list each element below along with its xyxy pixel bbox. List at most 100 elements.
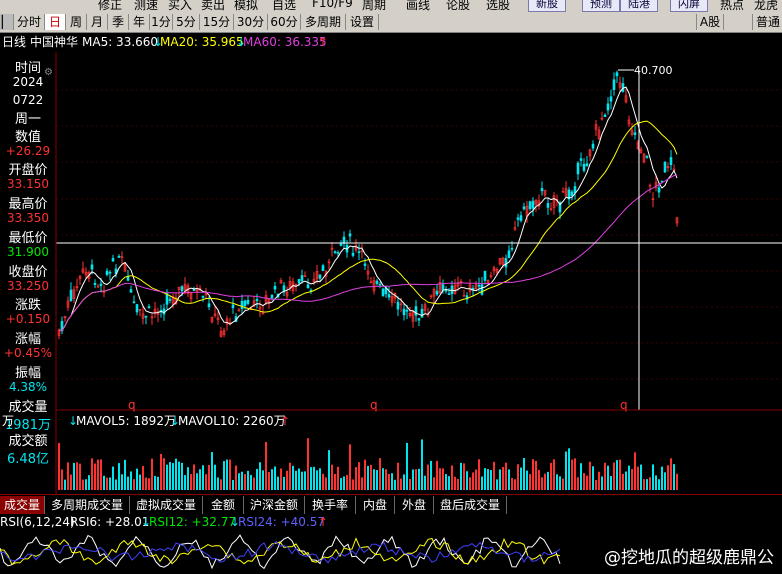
candle-body bbox=[645, 155, 649, 158]
indicator-tabs: 成交量 多周期成交量 虚拟成交量 金额 沪深金额 换手率 内盘 外盘 盘后成交量 bbox=[0, 494, 782, 515]
candle-body bbox=[192, 289, 196, 291]
candle-body bbox=[300, 275, 304, 282]
volume-bar bbox=[559, 476, 561, 490]
candle-body bbox=[363, 263, 367, 266]
volume-bar bbox=[271, 469, 273, 490]
candle-body bbox=[612, 79, 616, 91]
volume-bar bbox=[280, 468, 282, 490]
volume-bar bbox=[193, 464, 195, 490]
candle-body bbox=[522, 206, 526, 210]
volume-bar bbox=[505, 462, 507, 490]
volume-bar bbox=[553, 459, 555, 490]
volume-bar bbox=[181, 462, 183, 490]
tab-after-hours[interactable]: 盘后成交量 bbox=[434, 496, 507, 514]
candle-body bbox=[504, 258, 508, 268]
candle-body bbox=[483, 270, 487, 281]
tab-amount[interactable]: 金额 bbox=[203, 496, 244, 514]
volume-bar bbox=[586, 475, 588, 490]
candle-body bbox=[243, 300, 247, 307]
volume-bar bbox=[412, 469, 414, 490]
volume-bar bbox=[292, 465, 294, 490]
candle-body bbox=[108, 271, 112, 274]
volume-bar bbox=[445, 474, 447, 490]
volume-bar bbox=[295, 470, 297, 490]
candle-body bbox=[633, 132, 637, 135]
volume-bar bbox=[88, 475, 90, 490]
tab-turnover[interactable]: 换手率 bbox=[305, 496, 356, 514]
volume-bar bbox=[142, 465, 144, 490]
volume-bar bbox=[286, 470, 288, 490]
candle-body bbox=[669, 157, 673, 166]
tab-outer[interactable]: 外盘 bbox=[395, 496, 434, 514]
volume-bar bbox=[463, 463, 465, 490]
candle-body bbox=[168, 299, 172, 301]
chart-canvas[interactable]: 40.700 q q q bbox=[0, 0, 782, 574]
candle-body bbox=[570, 191, 574, 196]
volume-bar bbox=[574, 458, 576, 490]
volume-bar bbox=[391, 473, 393, 490]
tab-inner[interactable]: 内盘 bbox=[356, 496, 395, 514]
tab-volume[interactable]: 成交量 bbox=[0, 496, 45, 514]
candle-body bbox=[180, 286, 184, 292]
volume-bar bbox=[544, 473, 546, 490]
watermark: @挖地瓜的超级鹿鼎公 bbox=[604, 548, 774, 568]
volume-bar bbox=[355, 467, 357, 490]
volume-bar bbox=[664, 472, 666, 490]
volume-bar bbox=[604, 462, 606, 490]
volume-bar bbox=[232, 479, 234, 490]
volume-bar bbox=[136, 468, 138, 490]
volume-bar bbox=[577, 477, 579, 490]
candle-body bbox=[510, 248, 514, 250]
volume-bar bbox=[178, 461, 180, 490]
volume-bar bbox=[658, 479, 660, 490]
candle-body bbox=[396, 301, 400, 310]
volume-bar bbox=[265, 441, 267, 490]
candle-body bbox=[351, 252, 355, 256]
volume-bar bbox=[82, 479, 84, 490]
volume-bar bbox=[460, 462, 462, 490]
candle-body bbox=[519, 215, 523, 221]
volume-bar bbox=[238, 473, 240, 490]
event-marker: q bbox=[128, 398, 136, 412]
volume-bar bbox=[448, 476, 450, 490]
candle-body bbox=[579, 158, 583, 161]
volume-bar bbox=[214, 464, 216, 490]
volume-bar bbox=[154, 475, 156, 490]
tab-hs-amount[interactable]: 沪深金额 bbox=[244, 496, 305, 514]
volume-bar bbox=[466, 471, 468, 490]
volume-bar bbox=[625, 471, 627, 490]
volume-bar bbox=[139, 474, 141, 490]
volume-bar bbox=[427, 464, 429, 490]
volume-bar bbox=[124, 459, 126, 490]
candle-body bbox=[441, 284, 445, 291]
candle-body bbox=[297, 279, 301, 284]
volume-bar bbox=[163, 458, 165, 490]
volume-bar bbox=[208, 464, 210, 490]
candle-body bbox=[135, 304, 139, 313]
rsi-line bbox=[0, 534, 561, 570]
candle-body bbox=[435, 290, 439, 295]
volume-bar bbox=[547, 471, 549, 490]
candle-body bbox=[657, 187, 661, 193]
tab-virtual-volume[interactable]: 虚拟成交量 bbox=[130, 496, 203, 514]
volume-bar bbox=[103, 475, 105, 490]
volume-bar bbox=[226, 459, 228, 490]
volume-bar bbox=[151, 458, 153, 490]
volume-bar bbox=[289, 462, 291, 490]
candle-body bbox=[90, 264, 94, 270]
volume-bar bbox=[517, 464, 519, 490]
candle-body bbox=[357, 251, 361, 253]
up-arrow-icon: ↑ bbox=[318, 515, 329, 529]
tab-multi-volume[interactable]: 多周期成交量 bbox=[45, 496, 130, 514]
volume-bar bbox=[199, 469, 201, 490]
volume-bar bbox=[670, 458, 672, 490]
candle-body bbox=[477, 284, 481, 287]
volume-bar bbox=[646, 479, 648, 490]
rsi12-label: RSI12: +32.77 bbox=[149, 515, 237, 529]
candle-body bbox=[93, 282, 97, 285]
candle-body bbox=[99, 283, 103, 286]
volume-bar bbox=[583, 473, 585, 490]
volume-bar bbox=[490, 469, 492, 490]
volume-bar bbox=[511, 478, 513, 490]
candle-body bbox=[348, 233, 352, 237]
